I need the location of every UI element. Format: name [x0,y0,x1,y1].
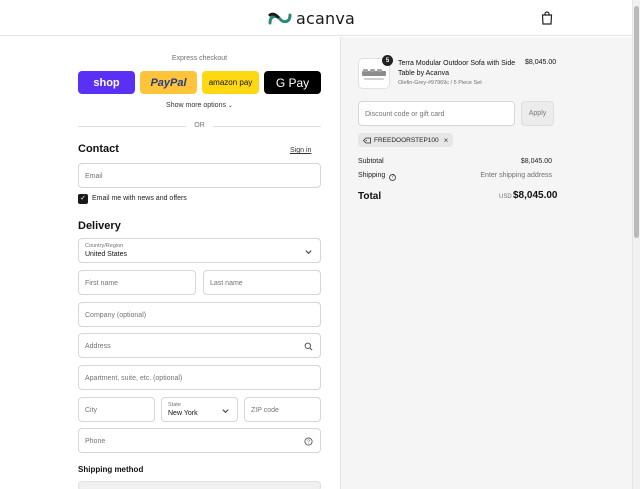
shop-pay-button[interactable]: shop [78,71,135,94]
apply-button[interactable]: Apply [521,101,554,126]
sign-in-link[interactable]: Sign in [290,147,311,154]
chevron-down-icon [222,409,229,414]
google-pay-button[interactable]: G Pay [264,71,321,94]
first-name-placeholder: First name [85,280,119,287]
company-placeholder: Company (optional) [85,312,147,319]
brand-logo-icon [268,12,292,25]
shopping-bag-icon[interactable] [541,11,553,25]
phone-placeholder: Phone [85,438,106,445]
email-field[interactable]: Email [78,163,321,188]
quantity-badge: 5 [382,55,393,66]
express-checkout-label: Express checkout [171,55,228,62]
product-price: $8,045.00 [525,59,557,66]
apartment-field[interactable]: Apartment, suite, etc. (optional) [78,365,321,390]
contact-title: Contact [78,143,119,155]
zip-placeholder: ZIP code [251,407,279,414]
subtotal-value: $8,045.00 [520,158,552,165]
site-header: acanva [0,0,632,36]
info-icon[interactable]: ? [389,174,397,181]
brand-logo[interactable]: acanva [268,7,355,29]
discount-code-input[interactable]: Discount code or gift card [358,101,515,126]
shipping-label: Shipping [358,172,386,179]
company-field[interactable]: Company (optional) [78,302,321,327]
remove-discount-icon[interactable]: × [444,136,449,145]
shipping-row: Shipping ? [358,172,397,181]
paypal-button[interactable]: PayPal [140,71,197,94]
address-placeholder: Address [85,343,111,350]
show-more-options-label: Show more options [166,102,226,109]
zip-field[interactable]: ZIP code [244,397,321,422]
country-select[interactable]: Country/Region United States [78,238,321,263]
amazon-pay-button[interactable]: amazon pay [202,71,259,94]
scrollbar-thumb[interactable] [634,6,639,238]
phone-field[interactable]: Phone ? [78,428,321,453]
news-offers-checkbox[interactable]: ✓ [78,194,88,204]
product-variant: Olefin-Grey-#97969c / 5 Piece Set [398,80,482,86]
discount-tag-label: FREEDOORSTEP100 [374,136,439,144]
or-divider: OR [78,121,321,131]
country-value: United States [85,251,128,258]
city-field[interactable]: City [78,397,155,422]
subtotal-label: Subtotal [358,158,384,165]
country-label: Country/Region [85,243,124,249]
total-value: $8,045.00 [513,190,558,201]
help-icon[interactable]: ? [304,437,313,446]
total-currency: USD [499,194,512,200]
email-placeholder: Email [85,173,103,180]
chevron-down-icon: ⌄ [227,103,233,109]
first-name-field[interactable]: First name [78,270,196,295]
page-scrollbar[interactable] [632,0,640,489]
checkmark-icon: ✓ [80,195,86,202]
discount-placeholder: Discount code or gift card [365,111,445,118]
state-label: State [168,402,181,408]
shipping-method-box [78,481,321,489]
brand-name: acanva [296,8,356,28]
checkout-form: Express checkout shop PayPal amazon pay … [0,37,340,489]
total-label: Total [358,191,382,202]
shipping-method-title: Shipping method [78,465,144,474]
product-name: Terra Modular Outdoor Sofa with Side Tab… [398,60,516,77]
address-field[interactable]: Address [78,333,321,358]
search-icon [304,342,313,351]
state-select[interactable]: State New York [161,397,238,422]
or-text: OR [194,122,205,129]
last-name-field[interactable]: Last name [203,270,321,295]
delivery-title: Delivery [78,220,121,232]
chevron-down-icon [305,250,312,255]
svg-text:?: ? [307,440,310,446]
order-summary: 5 Terra Modular Outdoor Sofa with Side T… [340,37,632,489]
state-value: New York [168,410,198,417]
apartment-placeholder: Apartment, suite, etc. (optional) [85,375,183,382]
discount-tag: FREEDOORSTEP100 × [358,133,454,147]
shipping-value: Enter shipping address [480,172,552,179]
city-placeholder: City [85,407,98,414]
show-more-options-link[interactable]: Show more options ⌄ [78,102,321,109]
last-name-placeholder: Last name [210,280,243,287]
news-offers-label: Email me with news and offers [92,195,187,202]
tag-icon [363,137,371,143]
